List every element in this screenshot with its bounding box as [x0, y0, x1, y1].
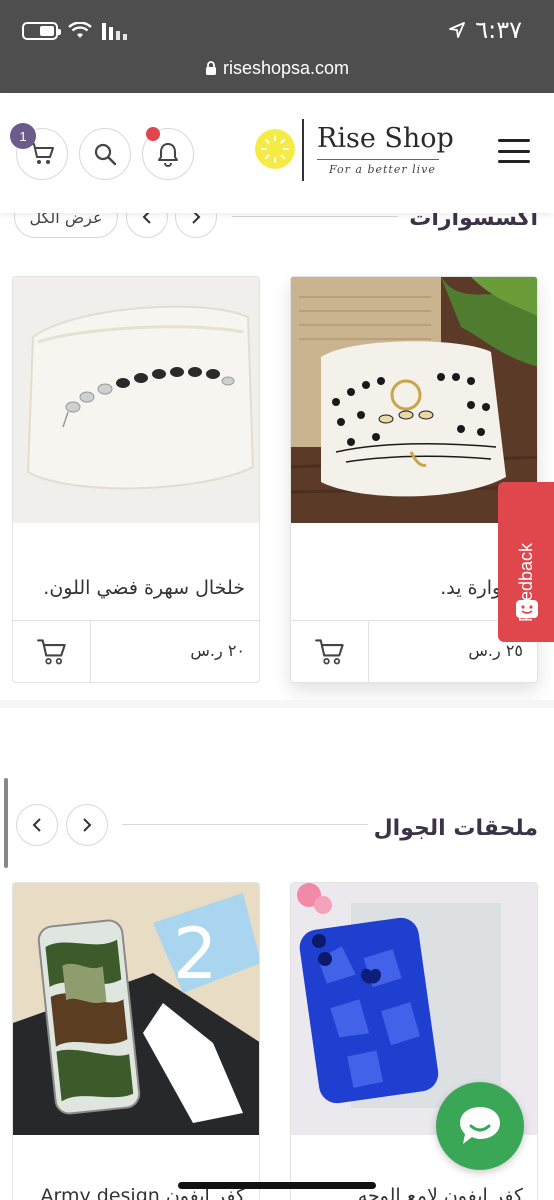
site-header: 1 Rise Shop For a better live — [0, 93, 554, 213]
cart-icon — [29, 143, 54, 164]
logo-tagline: For a better live — [329, 163, 436, 176]
signal-icon — [102, 23, 127, 40]
cart-count-badge: 1 — [10, 123, 36, 149]
chat-button[interactable] — [436, 1082, 524, 1170]
carousel-prev-button[interactable] — [16, 804, 58, 846]
product-card[interactable]: 2 كفر ايفون Army design — [12, 882, 260, 1200]
product-title[interactable]: خلخال سهرة فضي اللون. — [43, 577, 245, 599]
home-indicator[interactable] — [178, 1182, 376, 1189]
address-bar[interactable]: riseshopsa.com — [0, 58, 554, 79]
product-image-army-case[interactable]: 2 — [13, 883, 259, 1135]
logo-name: Rise Shop — [317, 123, 454, 154]
product-footer: ٢٠ ر.س — [13, 620, 259, 682]
product-price: ٢٥ ر.س — [468, 641, 523, 660]
battery-icon — [22, 22, 61, 40]
scroll-indicator[interactable] — [4, 778, 8, 868]
search-icon — [94, 143, 117, 166]
feedback-smile-icon — [516, 600, 538, 618]
section-title-phone-accessories: ملحقات الجوال — [373, 816, 538, 841]
wifi-icon — [68, 22, 92, 38]
status-bar: ٦:٣٧ riseshopsa.com — [0, 0, 554, 93]
chat-bubble-icon — [460, 1107, 500, 1144]
site-logo[interactable]: Rise Shop For a better live — [255, 115, 455, 185]
lock-icon — [205, 61, 216, 75]
search-button[interactable] — [79, 128, 131, 180]
add-to-cart-button[interactable] — [13, 621, 91, 682]
url-text: riseshopsa.com — [222, 58, 350, 78]
feedback-tab[interactable]: Feedback — [498, 482, 554, 642]
page: ٦:٣٧ riseshopsa.com 1 Rise Shop For a be… — [0, 0, 554, 1200]
product-image-anklet[interactable] — [13, 277, 259, 523]
chevron-right-icon — [83, 818, 92, 832]
sun-logo-icon — [255, 129, 295, 169]
cart-icon — [314, 639, 344, 665]
add-to-cart-button[interactable] — [291, 621, 369, 682]
bell-icon — [158, 143, 178, 167]
product-price: ٢٠ ر.س — [190, 641, 245, 660]
status-time: ٦:٣٧ — [475, 16, 522, 44]
product-card[interactable]: خلخال سهرة فضي اللون. ٢٠ ر.س — [12, 276, 260, 683]
section-divider — [232, 216, 398, 217]
notification-dot — [146, 127, 160, 141]
chevron-left-icon — [32, 818, 41, 832]
product-title[interactable]: كفر ايفون لامع الوجه — [358, 1185, 523, 1200]
section-separator — [0, 700, 554, 708]
cart-icon — [36, 639, 66, 665]
location-arrow-icon — [449, 22, 466, 38]
section-divider — [122, 824, 368, 825]
calendar-number: 2 — [173, 913, 218, 995]
menu-button[interactable] — [498, 139, 530, 163]
carousel-next-button[interactable] — [66, 804, 108, 846]
status-time-group: ٦:٣٧ — [449, 16, 522, 44]
status-icons — [22, 22, 128, 40]
